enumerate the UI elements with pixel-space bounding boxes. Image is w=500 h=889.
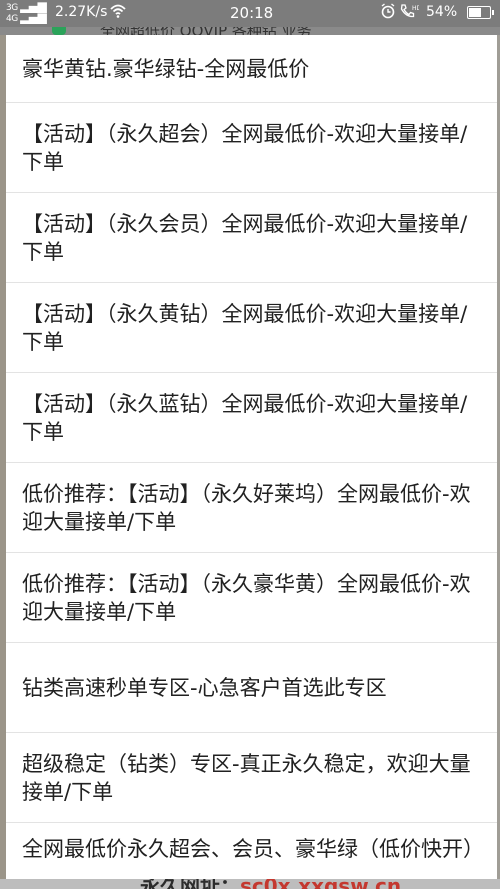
list-item[interactable]: 【活动】（永久黄钻）全网最低价-欢迎大量接单/下单	[6, 283, 497, 373]
battery-icon	[467, 6, 494, 19]
list-item-label: 超级稳定（钻类）专区-真正永久稳定，欢迎大量接单/下单	[22, 751, 471, 804]
list-item[interactable]: 超级稳定（钻类）专区-真正永久稳定，欢迎大量接单/下单	[6, 733, 497, 823]
signal-indicator: 3G ▂▄▆ 4G ▂▄▆	[6, 0, 47, 24]
list-item[interactable]: 低价推荐：【活动】（永久豪华黄）全网最低价-欢迎大量接单/下单	[6, 553, 497, 643]
network-type-bottom: 4G	[6, 14, 18, 24]
list-item-label: 【活动】（永久会员）全网最低价-欢迎大量接单/下单	[22, 211, 468, 264]
background-footer-url: sc0x.xxqsw.cn	[240, 879, 401, 889]
background-footer: 永久网址：sc0x.xxqsw.cn	[0, 879, 500, 889]
list-item-label: 低价推荐：【活动】（永久好莱坞）全网最低价-欢迎大量接单/下单	[22, 481, 471, 534]
background-footer-prefix: 永久网址：	[140, 879, 240, 889]
list-item[interactable]: 钻类高速秒单专区-心急客户首选此专区	[6, 643, 497, 733]
battery-percent: 54%	[426, 4, 458, 20]
svg-text:HD: HD	[412, 5, 419, 12]
network-type-top: 3G	[6, 3, 18, 13]
status-bar: 3G ▂▄▆ 4G ▂▄▆ 2.27K/s 20:18 HD 54%	[0, 0, 500, 27]
list-item[interactable]: 【活动】（永久会员）全网最低价-欢迎大量接单/下单	[6, 193, 497, 283]
list-item-label: 钻类高速秒单专区-心急客户首选此专区	[22, 675, 387, 700]
list-item-label: 全网最低价永久超会、会员、豪华绿（低价快开）	[22, 837, 484, 861]
list-item[interactable]: 【活动】（永久蓝钻）全网最低价-欢迎大量接单/下单	[6, 373, 497, 463]
category-select-list[interactable]: 豪华黄钻.豪华绿钻-全网最低价 【活动】（永久超会）全网最低价-欢迎大量接单/下…	[6, 35, 497, 889]
list-item-label: 豪华黄钻.豪华绿钻-全网最低价	[22, 56, 310, 81]
signal-bars-icon-2: ▂▄▆	[20, 10, 47, 24]
list-item[interactable]: 低价推荐：【活动】（永久好莱坞）全网最低价-欢迎大量接单/下单	[6, 463, 497, 553]
network-speed: 2.27K/s	[55, 4, 108, 20]
list-item[interactable]: 【活动】（永久超会）全网最低价-欢迎大量接单/下单	[6, 103, 497, 193]
hd-call-icon: HD	[400, 4, 419, 18]
wifi-icon	[110, 4, 126, 18]
list-item-label: 【活动】（永久超会）全网最低价-欢迎大量接单/下单	[22, 121, 468, 174]
list-item-label: 【活动】（永久蓝钻）全网最低价-欢迎大量接单/下单	[22, 391, 468, 444]
list-item[interactable]: 豪华黄钻.豪华绿钻-全网最低价	[6, 35, 497, 103]
background-app-icon	[52, 27, 66, 35]
list-item-label: 【活动】（永久黄钻）全网最低价-欢迎大量接单/下单	[22, 301, 468, 354]
background-page-title: 全网超低价 QQVIP 各种钻 业务	[100, 27, 312, 35]
alarm-icon	[381, 3, 395, 19]
clock: 20:18	[230, 4, 274, 22]
list-item-label: 低价推荐：【活动】（永久豪华黄）全网最低价-欢迎大量接单/下单	[22, 571, 471, 624]
